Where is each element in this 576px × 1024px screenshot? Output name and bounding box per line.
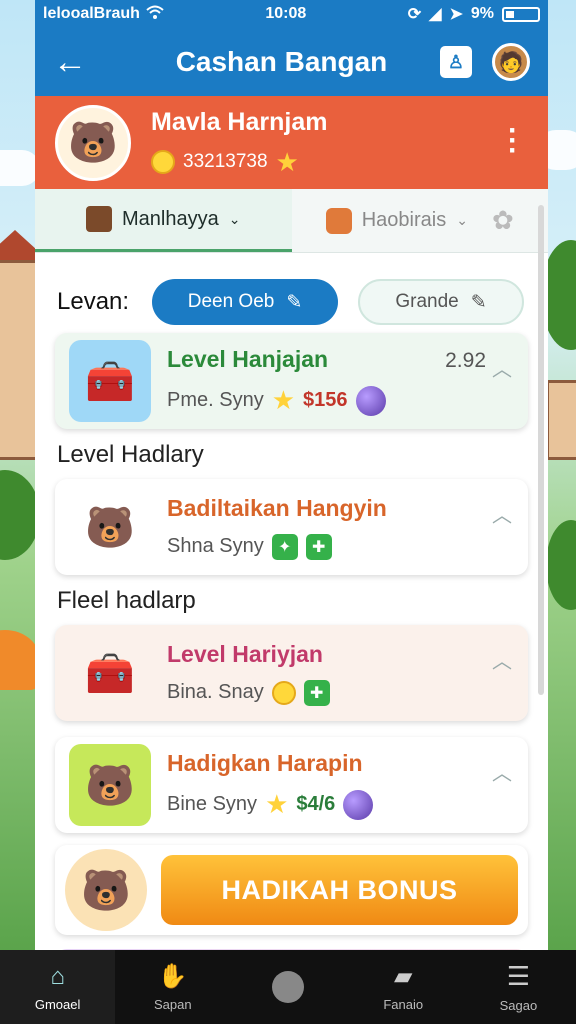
bear-hat-icon: 🐻 [65, 849, 147, 931]
profile-header: 🐻 Mavla Harnjam 33213738 ★ · · · [35, 96, 548, 189]
notification-icon[interactable]: ♙ [440, 46, 472, 78]
nav-item-fanaio[interactable]: ▰ Fanaio [346, 950, 461, 1024]
battery-icon [501, 6, 540, 22]
carrier-text: lelooalBrauh [43, 5, 140, 22]
tab-label: Manlhayya [122, 207, 219, 230]
tab-bar: Manlhayya ⌄ Haobirais ⌄ ✿ [35, 189, 548, 253]
item-title: Badiltaikan Hangyin [167, 494, 387, 521]
filter-option-label: Grande [395, 291, 459, 312]
signal-icon: ◢ [429, 6, 442, 23]
clock: 10:08 [265, 5, 307, 22]
list-item[interactable]: 🧰 Level Hariyjan Bina. Snay ✚ ︿ [55, 625, 528, 721]
filter-option-active[interactable]: Deen Oeb ✎ [152, 279, 338, 325]
settings-icon[interactable]: ✿ [492, 205, 514, 236]
profile-score: 33213738 [183, 151, 268, 172]
bear-icon: 🐻 [69, 744, 151, 826]
tree [0, 470, 40, 560]
list-item[interactable]: 🧰 Level Hanjajan Pme. Syny ★ $156 2.92 ︿ [55, 333, 528, 429]
bonus-button[interactable]: HADIKAH BONUS [161, 855, 518, 925]
chevron-down-icon: ⌄ [228, 210, 241, 227]
tab-haobirais[interactable]: Haobirais ⌄ ✿ [292, 189, 549, 252]
mushroom [0, 630, 40, 690]
star-icon: ★ [271, 385, 296, 415]
back-arrow-icon[interactable]: ← [53, 43, 93, 82]
tab-label: Haobirais [361, 209, 447, 231]
hand-icon: ✋ [157, 963, 188, 990]
bear-icon: 🐻 [85, 505, 135, 550]
house [0, 260, 40, 460]
nav-item-center[interactable] [230, 950, 345, 1024]
cloud [0, 150, 40, 186]
status-bar: lelooalBrauh 10:08 ⟳ ◢ ➤ 9% [35, 0, 548, 28]
face-icon [271, 680, 296, 705]
coin-icon [151, 150, 175, 174]
circle-icon [272, 971, 304, 1003]
filter-option-label: Deen Oeb [187, 291, 275, 312]
more-vertical-icon[interactable]: · · · [508, 116, 518, 166]
treasure-chest-icon: 🧰 [85, 651, 135, 696]
sync-icon: ⟳ [407, 6, 422, 23]
item-subtitle: Bine Syny [167, 793, 258, 815]
item-price: $156 [303, 389, 348, 411]
item-count: 2.92 [445, 349, 486, 372]
badge-icon: ✦ [271, 533, 298, 560]
treasure-chest-icon: 🧰 [69, 340, 151, 422]
star-icon: ★ [275, 146, 299, 177]
list-item[interactable]: 🐻 Hadigkan Harapin Bine Syny ★ $4/6 ︿ [55, 737, 528, 833]
location-icon: ➤ [449, 6, 463, 23]
chat-icon: ▰ [393, 963, 413, 990]
chevron-up-icon[interactable]: ︿ [492, 499, 512, 528]
house [546, 380, 576, 460]
bear-avatar-icon: 🐻 [55, 104, 131, 181]
star-icon: ★ [265, 789, 289, 819]
nav-item-sagao[interactable]: ☰ Sagao [461, 950, 576, 1024]
box-icon [86, 206, 113, 232]
item-subtitle: Shna Syny [167, 535, 264, 557]
nav-label: Fanaio [383, 997, 424, 1012]
wifi-icon [146, 5, 164, 24]
chevron-up-icon[interactable]: ︿ [492, 757, 512, 786]
battery-percent: 9% [470, 5, 494, 22]
user-avatar-icon[interactable]: 🧑 [492, 43, 530, 81]
item-title: Hadigkan Harapin [167, 750, 363, 776]
nav-label: Sagao [499, 998, 538, 1013]
bottom-nav: ⌂ Gmoael ✋ Sapan ▰ Fanaio ☰ Sagao [0, 950, 576, 1024]
item-subtitle: Pme. Syny [167, 389, 264, 411]
nav-item-home[interactable]: ⌂ Gmoael [0, 950, 116, 1024]
section-title: Fleel hadlarp [57, 587, 196, 614]
edit-icon: ✎ [470, 291, 487, 313]
badge-icon: ✚ [303, 679, 330, 706]
badge-icon: ✚ [305, 533, 332, 560]
chevron-up-icon[interactable]: ︿ [492, 353, 512, 382]
nav-label: Sapan [154, 997, 192, 1012]
edit-icon: ✎ [286, 291, 303, 313]
chevron-up-icon[interactable]: ︿ [492, 645, 512, 674]
scrollbar[interactable] [538, 205, 544, 695]
item-title: Level Hariyjan [167, 640, 323, 667]
filter-option[interactable]: Grande ✎ [358, 279, 524, 325]
leaf-icon [325, 207, 352, 234]
chevron-down-icon: ⌄ [456, 212, 468, 228]
bonus-card: 🐻 HADIKAH BONUS [55, 845, 528, 935]
nav-item-sapan[interactable]: ✋ Sapan [115, 950, 230, 1024]
item-price: $4/6 [296, 793, 336, 815]
tab-manlhayya[interactable]: Manlhayya ⌄ [35, 189, 292, 252]
page-title: Cashan Bangan [175, 46, 388, 77]
menu-icon: ☰ [506, 961, 531, 991]
filter-label: Levan: [57, 288, 130, 315]
home-icon: ⌂ [50, 962, 65, 990]
profile-name: Mavla Harnjam [151, 107, 328, 136]
section-title: Level Hadlary [57, 441, 204, 468]
orb-icon [355, 385, 386, 416]
item-subtitle: Bina. Snay [167, 681, 264, 703]
app-screen: lelooalBrauh 10:08 ⟳ ◢ ➤ 9% ← Cashan Ban… [35, 0, 548, 950]
tree [546, 520, 576, 610]
orb-icon [343, 789, 374, 820]
nav-label: Gmoael [34, 996, 81, 1012]
list-item[interactable]: 🐻 Badiltaikan Hangyin Shna Syny ✦ ✚ ︿ [55, 479, 528, 575]
app-bar: ← Cashan Bangan ♙ 🧑 [35, 28, 548, 96]
filter-row: Levan: Deen Oeb ✎ Grande ✎ [35, 253, 548, 333]
